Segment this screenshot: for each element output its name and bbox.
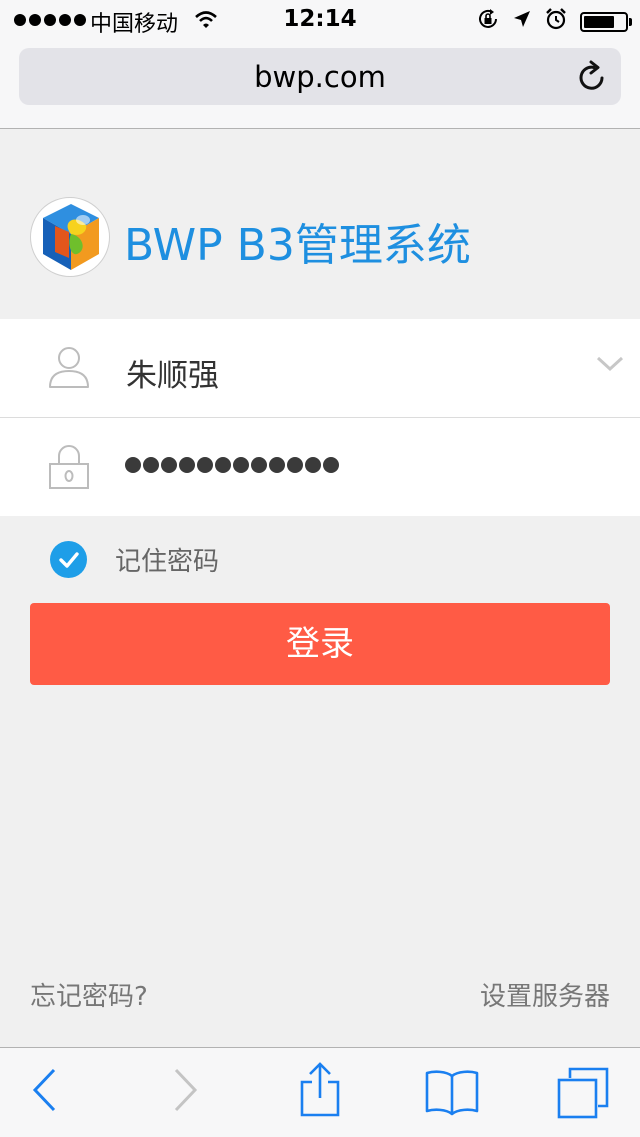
share-button[interactable] [298, 1062, 342, 1122]
url-text[interactable]: bwp.com [19, 60, 621, 94]
password-dot [125, 457, 141, 473]
password-value[interactable] [125, 457, 339, 473]
server-settings-link[interactable]: 设置服务器 [480, 976, 610, 1013]
remember-password-label[interactable]: 记住密码 [115, 541, 219, 578]
chevron-down-icon[interactable] [596, 355, 624, 377]
login-button[interactable]: 登录 [30, 603, 610, 685]
password-field[interactable] [0, 418, 640, 516]
password-dot [197, 457, 213, 473]
password-dot [305, 457, 321, 473]
remember-password-toggle[interactable]: 记住密码 [50, 541, 219, 578]
password-dot [269, 457, 285, 473]
checkmark-icon[interactable] [50, 541, 87, 578]
tabs-button[interactable] [556, 1066, 610, 1124]
password-dot [287, 457, 303, 473]
alarm-icon [544, 7, 568, 37]
password-dot [323, 457, 339, 473]
app-title: BWP B3管理系统 [124, 220, 471, 271]
rotation-lock-icon [476, 7, 500, 37]
lock-icon [48, 444, 90, 494]
battery-level [584, 16, 614, 28]
status-icons [476, 7, 632, 37]
password-dot [233, 457, 249, 473]
back-button[interactable] [30, 1066, 58, 1118]
location-arrow-icon [512, 9, 532, 35]
password-dot [215, 457, 231, 473]
status-bar: 中国移动 12:14 [0, 0, 640, 40]
brand-header: BWP B3管理系统 [0, 195, 640, 285]
browser-toolbar [0, 1047, 640, 1137]
password-dot [161, 457, 177, 473]
password-dot [251, 457, 267, 473]
app-logo [30, 197, 110, 277]
address-bar[interactable]: bwp.com [19, 48, 621, 105]
battery-icon [580, 12, 632, 32]
user-icon [48, 345, 90, 393]
username-field[interactable]: 朱顺强 [0, 319, 640, 418]
forgot-password-link[interactable]: 忘记密码? [30, 976, 148, 1013]
reload-icon[interactable] [577, 60, 607, 96]
password-dot [143, 457, 159, 473]
password-dot [179, 457, 195, 473]
username-value[interactable]: 朱顺强 [126, 350, 219, 395]
bookmarks-button[interactable] [424, 1068, 480, 1120]
forward-button[interactable] [172, 1066, 200, 1118]
browser-top-bar: 中国移动 12:14 bwp.com [0, 0, 640, 129]
